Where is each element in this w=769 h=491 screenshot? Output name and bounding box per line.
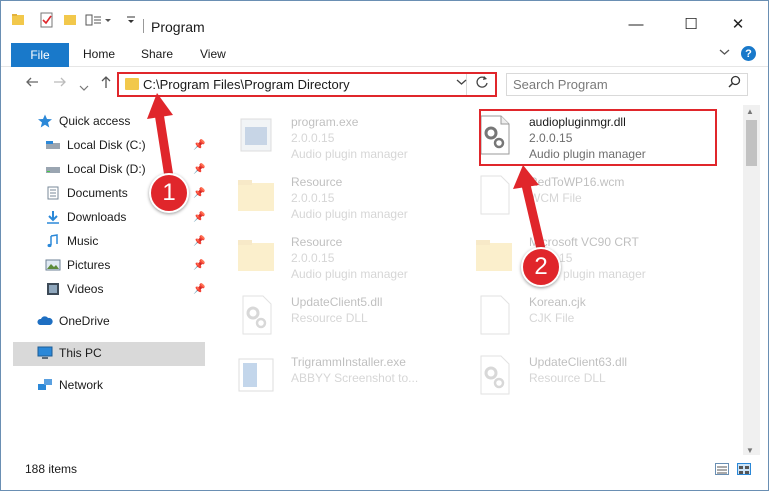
arrow-1 (147, 93, 174, 182)
step-badge-2: 2 (521, 247, 561, 287)
annotation-arrows (147, 93, 546, 254)
explorer-window: Program — ☐ ✕ File Home Share View ? C:\… (0, 0, 769, 491)
arrow-2 (513, 165, 546, 254)
step-badge-1: 1 (149, 173, 189, 213)
